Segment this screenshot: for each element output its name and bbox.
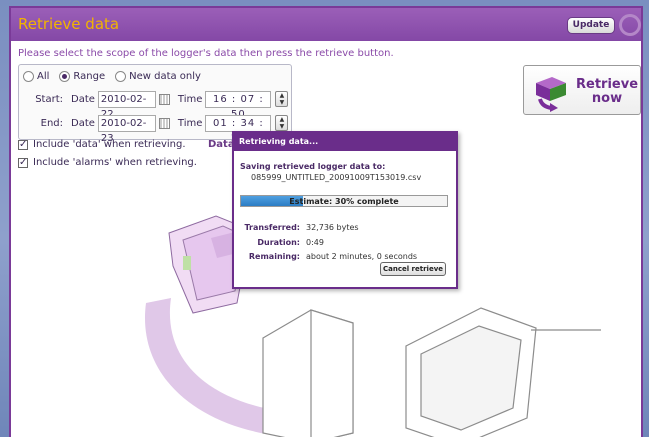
saving-filename: 085999_UNTITLED_20091009T153019.csv [251,173,422,182]
retrieve-panel: Retrieve data Update Please select the s… [9,6,643,437]
duration-value: 0:49 [306,238,324,247]
duration-row: Duration: 0:49 [240,238,324,247]
retrieving-dialog: Retrieving data... Saving retrieved logg… [232,131,458,289]
remaining-value: about 2 minutes, 0 seconds [306,252,418,261]
transferred-label: Transferred: [244,223,300,232]
remaining-label: Remaining: [248,252,300,261]
computer-graphic [262,307,601,437]
progress-bar: Estimate: 30% complete [240,195,448,207]
progress-text: Estimate: 30% complete [289,197,399,206]
transferred-row: Transferred: 32,736 bytes [240,223,359,232]
saving-label: Saving retrieved logger data to: [240,162,386,171]
transferred-value: 32,736 bytes [306,223,359,232]
remaining-row: Remaining: about 2 minutes, 0 seconds [240,252,417,261]
dialog-title: Retrieving data... [234,133,456,151]
duration-label: Duration: [257,238,300,247]
cancel-retrieve-button[interactable]: Cancel retrieve [380,262,446,276]
